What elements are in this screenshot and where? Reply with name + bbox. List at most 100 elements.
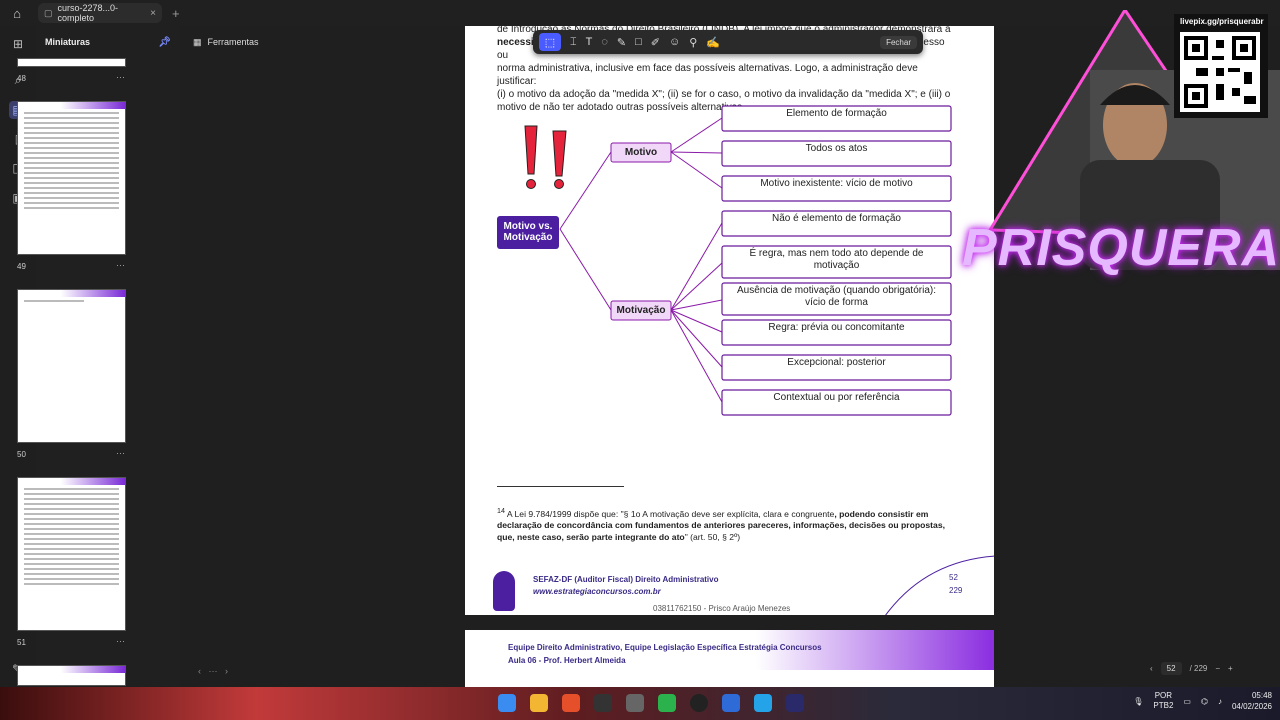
home-icon[interactable]: ⌂ bbox=[0, 0, 34, 26]
clock-date: 04/02/2026 bbox=[1231, 702, 1272, 711]
document-icon: ▢ bbox=[44, 7, 53, 18]
footnote-divider bbox=[497, 486, 624, 487]
page-total: / 229 bbox=[1189, 664, 1208, 673]
motivacao-label: Motivação bbox=[616, 305, 666, 316]
shape-tool-icon[interactable]: □ bbox=[635, 36, 642, 48]
owl-logo bbox=[493, 571, 515, 611]
footer-arc bbox=[885, 555, 994, 615]
whatsapp-icon[interactable] bbox=[658, 694, 676, 712]
root-label: Motivo vs. Motivação bbox=[503, 221, 553, 243]
tools-button[interactable]: ▦ Ferramentas bbox=[180, 26, 465, 58]
motivo-item: Elemento de formação bbox=[786, 108, 887, 119]
footnote-text: A Lei 9.784/1999 dispõe que: "§ 1o A mot… bbox=[504, 508, 835, 519]
exclamation-icon bbox=[524, 125, 567, 189]
thumbnail-more-icon[interactable]: ··· bbox=[116, 448, 125, 458]
brave-browser-icon[interactable] bbox=[562, 694, 580, 712]
intro-line: norma administrativa, inclusive em face … bbox=[497, 63, 918, 87]
footer-page-number: 52 bbox=[949, 573, 958, 582]
next-header-line: Equipe Direito Administrativo, Equipe Le… bbox=[508, 643, 822, 652]
tab-title: curso-2278...0-completo bbox=[57, 3, 119, 23]
highlight-tool-icon[interactable]: ✎ bbox=[617, 36, 626, 49]
thumbnail-more-icon[interactable]: ··· bbox=[116, 636, 125, 646]
thumbnail-page-50[interactable] bbox=[17, 289, 126, 443]
clock[interactable]: 05:48 04/02/2026 bbox=[1232, 690, 1272, 712]
thumbnail-page-49[interactable] bbox=[17, 101, 126, 255]
pin-icon[interactable]: 📌︎ bbox=[158, 37, 171, 48]
mind-map-diagram: Motivo vs. Motivação Motivo Motivação El… bbox=[497, 105, 952, 416]
thumbnails-title: Miniaturas bbox=[45, 37, 91, 47]
page-navigation: ‹ 52 / 229 − + bbox=[1150, 662, 1233, 675]
thumbnail-number: 50 bbox=[17, 450, 26, 459]
motivo-item: Motivo inexistente: vício de motivo bbox=[760, 178, 913, 189]
keyboard-language[interactable]: POR PTB2 bbox=[1153, 691, 1173, 711]
thumbnail-number: 51 bbox=[17, 638, 26, 647]
footnote-text: " (art. 50, § 2º) bbox=[684, 531, 741, 542]
sticker-tool-icon[interactable]: ☺ bbox=[669, 36, 680, 48]
app-icon[interactable] bbox=[626, 694, 644, 712]
new-tab-button[interactable]: + bbox=[172, 6, 180, 21]
footer-watermark-id: 03811762150 - Prisco Araújo Menezes bbox=[653, 604, 791, 613]
zoom-in-icon[interactable]: + bbox=[1228, 664, 1233, 673]
taskbar-apps bbox=[498, 694, 804, 712]
clock-time: 05:48 bbox=[1251, 691, 1272, 700]
thumbnail-number: 49 bbox=[17, 262, 26, 271]
document-page: de Introdução às Normas do Direito Brasi… bbox=[465, 26, 994, 615]
tab-close-icon[interactable]: × bbox=[150, 8, 156, 19]
microphone-icon[interactable]: 🎙︎ bbox=[1133, 697, 1143, 706]
next-header-line: Aula 06 - Prof. Herbert Almeida bbox=[508, 656, 626, 665]
language-code: POR bbox=[1154, 691, 1173, 700]
motivacao-item: Ausência de motivação (quando obrigatóri… bbox=[736, 285, 936, 308]
thumbnail-page-52[interactable] bbox=[17, 665, 126, 686]
motivacao-item: Excepcional: posterior bbox=[787, 357, 886, 368]
thumbnails-scroll-controls[interactable]: ‹ ··· › bbox=[198, 666, 228, 676]
select-tool-icon[interactable]: ⬚ bbox=[539, 33, 561, 51]
comment-tool-icon[interactable]: ◌ bbox=[601, 36, 608, 48]
vpn-icon[interactable] bbox=[722, 694, 740, 712]
livepix-link: livepix.gg/prisquerabr bbox=[1180, 17, 1264, 26]
motivacao-item: Contextual ou por referência bbox=[773, 392, 900, 403]
thumbnail-more-icon[interactable]: ··· bbox=[116, 260, 125, 270]
pdf-reader-icon[interactable] bbox=[786, 694, 804, 712]
motivacao-item: Não é elemento de formação bbox=[772, 213, 901, 224]
close-toolbar-button[interactable]: Fechar bbox=[880, 35, 917, 49]
signature-tool-icon[interactable]: ✍ bbox=[706, 36, 720, 49]
windows-start-icon[interactable] bbox=[498, 694, 516, 712]
motivacao-item: É regra, mas nem todo ato depende de mot… bbox=[749, 248, 924, 271]
file-explorer-icon[interactable] bbox=[530, 694, 548, 712]
streamer-brand: PRISQUERA bbox=[962, 219, 1280, 277]
page-number-input[interactable]: 52 bbox=[1160, 662, 1182, 675]
keyboard-layout: PTB2 bbox=[1153, 701, 1174, 710]
system-tray: 🎙︎ POR PTB2 ▭ ⌬ ♪ 05:48 04/02/2026 bbox=[1133, 690, 1272, 712]
qr-code-icon bbox=[1180, 32, 1260, 112]
obs-icon[interactable] bbox=[690, 694, 708, 712]
footnote-number: 14 bbox=[497, 507, 505, 515]
motivo-item: Todos os atos bbox=[805, 143, 868, 154]
thumbnail-page-48[interactable] bbox=[17, 58, 126, 67]
annotation-toolbar: ⬚ ⌶ T ◌ ✎ □ ✐ ☺ ⚲ ✍ Fechar bbox=[533, 30, 923, 54]
pencil-tool-icon[interactable]: ✐ bbox=[651, 36, 660, 49]
footnote: 14 A Lei 9.784/1999 dispõe que: "§ 1o A … bbox=[497, 506, 959, 543]
tools-label: Ferramentas bbox=[207, 37, 259, 47]
motivo-label: Motivo bbox=[624, 147, 658, 158]
motivacao-item: Regra: prévia ou concomitante bbox=[768, 322, 905, 333]
tools-icon: ▦ bbox=[193, 36, 202, 47]
terminal-icon[interactable] bbox=[594, 694, 612, 712]
monitor-icon[interactable]: ▭ bbox=[1183, 697, 1191, 706]
edge-icon[interactable] bbox=[754, 694, 772, 712]
volume-icon[interactable]: ♪ bbox=[1218, 697, 1222, 706]
next-page-header: Equipe Direito Administrativo, Equipe Le… bbox=[465, 630, 994, 687]
thumbnail-more-icon[interactable]: ··· bbox=[116, 72, 125, 82]
network-icon[interactable]: ⌬ bbox=[1201, 697, 1208, 706]
previous-page-icon[interactable]: ‹ bbox=[1150, 664, 1153, 673]
zoom-out-icon[interactable]: − bbox=[1215, 664, 1220, 673]
thumbnail-number: 48 bbox=[17, 74, 26, 83]
apps-grid-icon[interactable]: ⊞ bbox=[9, 35, 27, 53]
text-select-icon[interactable]: ⌶ bbox=[570, 36, 577, 49]
footer-course: SEFAZ-DF (Auditor Fiscal) Direito Admini… bbox=[533, 575, 719, 584]
footer-page-total: 229 bbox=[949, 586, 963, 595]
text-tool-icon[interactable]: T bbox=[586, 36, 593, 48]
document-tab[interactable]: ▢ curso-2278...0-completo × bbox=[38, 3, 162, 23]
stamp-tool-icon[interactable]: ⚲ bbox=[689, 36, 697, 49]
thumbnail-page-51[interactable] bbox=[17, 477, 126, 631]
footer-site: www.estrategiaconcursos.com.br bbox=[533, 587, 661, 596]
